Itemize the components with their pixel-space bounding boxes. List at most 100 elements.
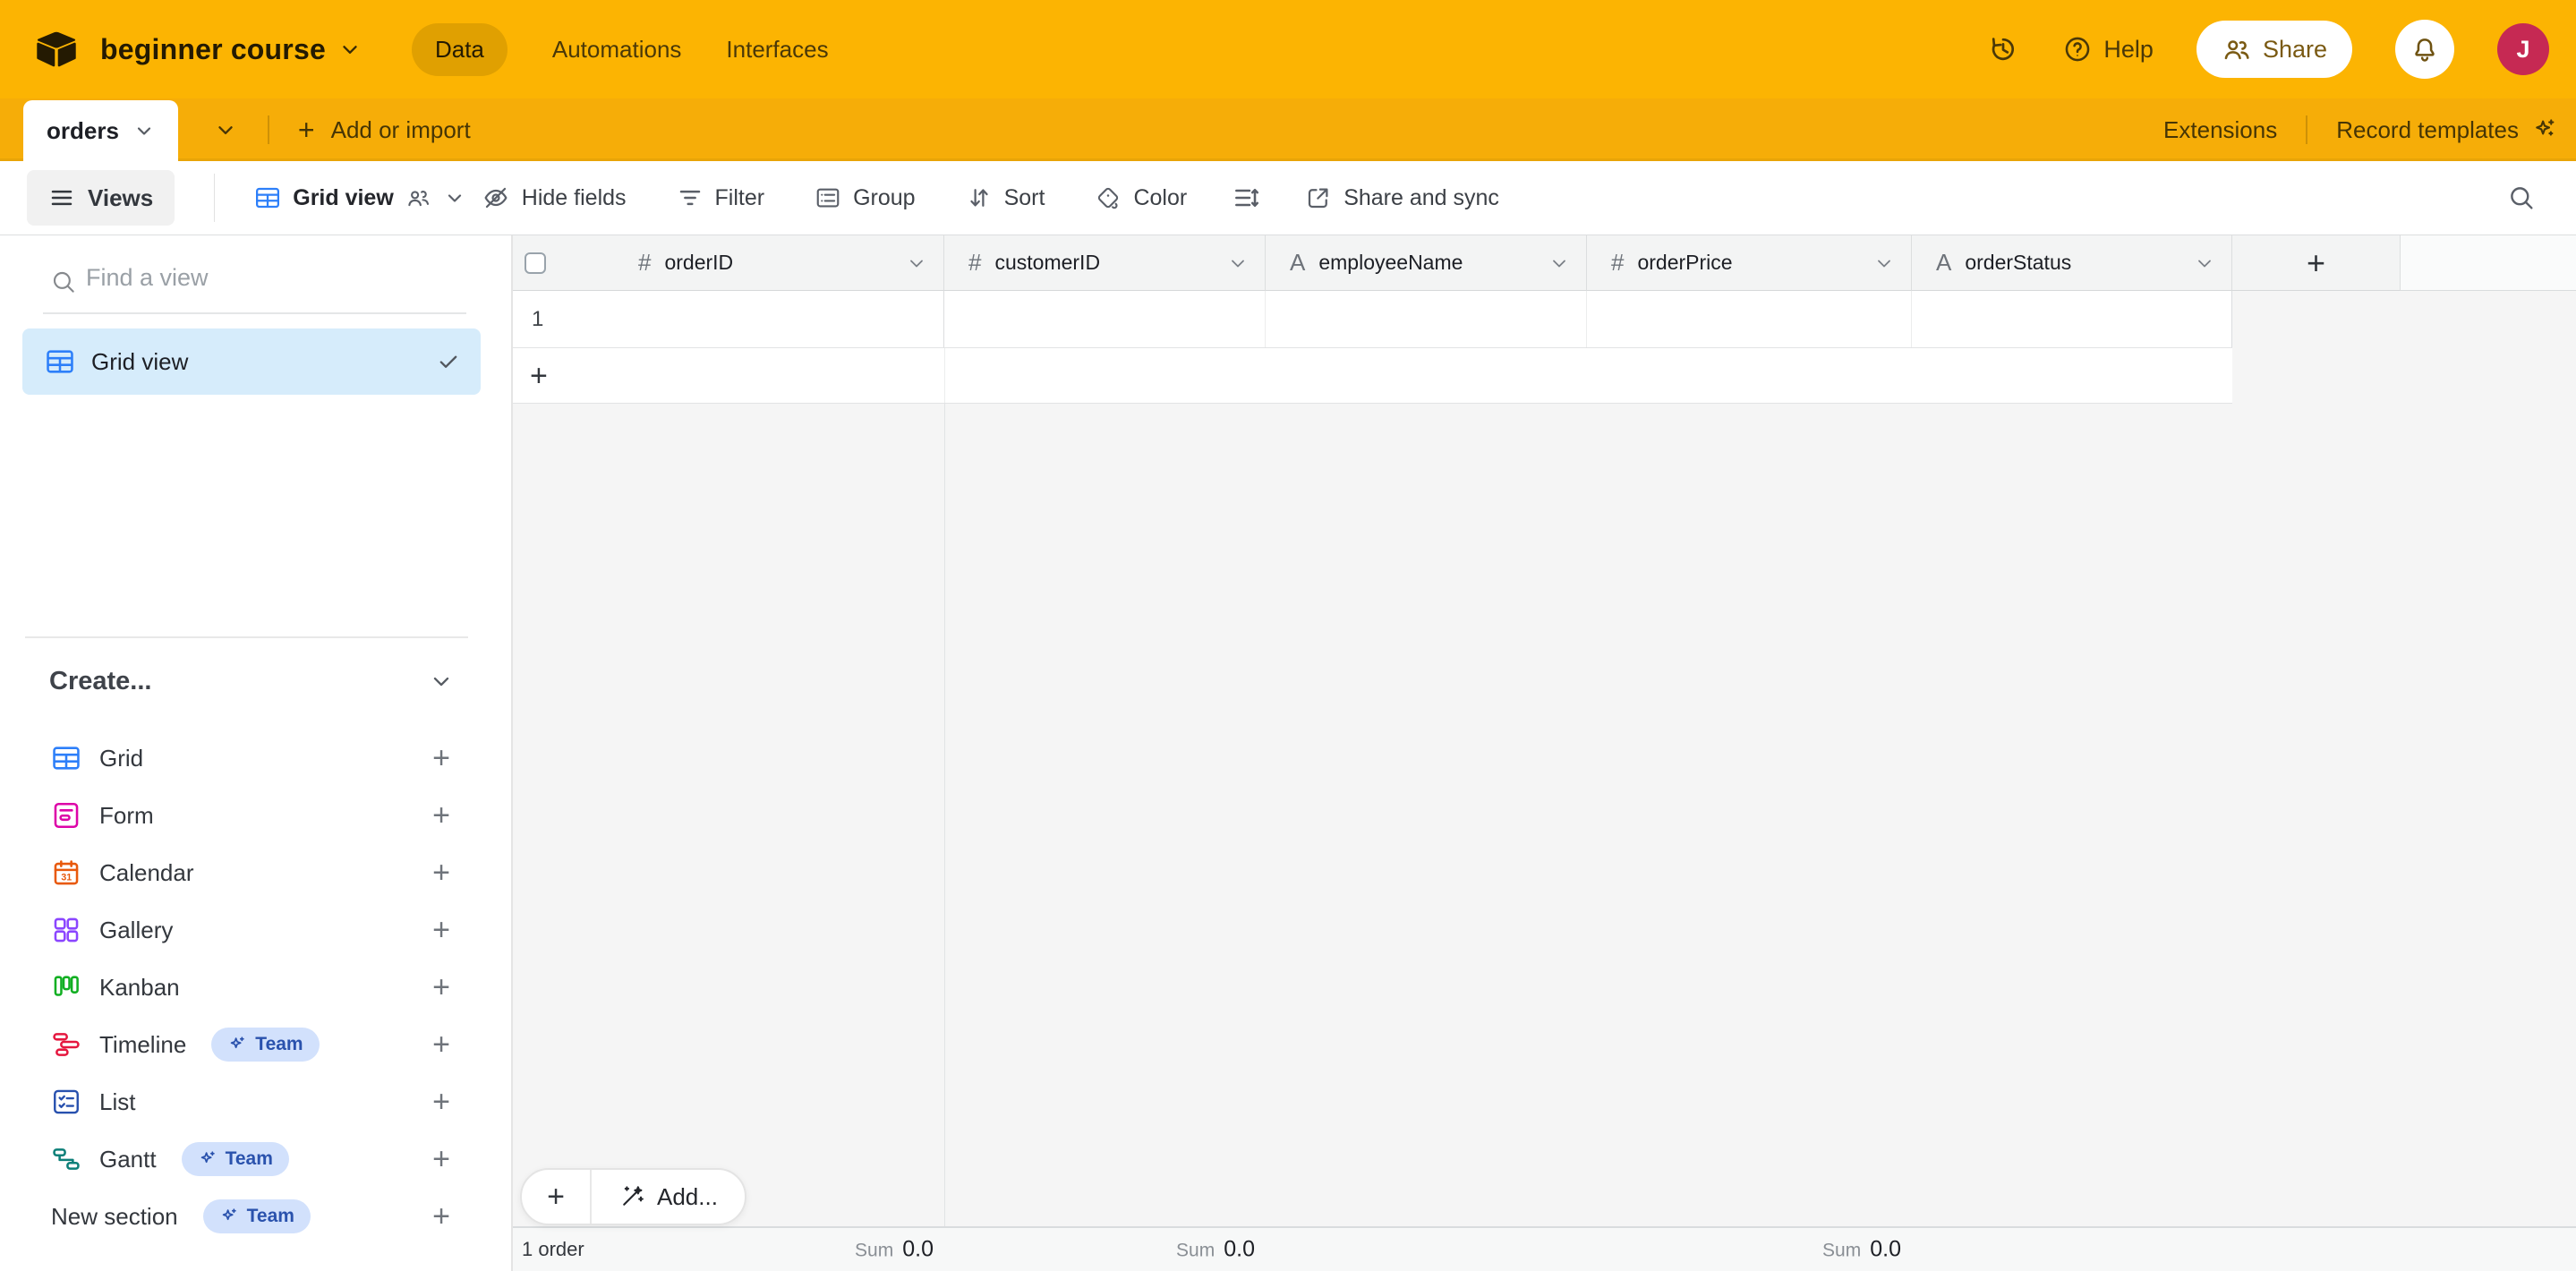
table-cell[interactable] <box>1266 291 1587 347</box>
column-header-employeename[interactable]: A employeeName <box>1266 235 1587 291</box>
sum-orderid[interactable]: Sum 0.0 <box>772 1237 934 1263</box>
table-cell[interactable] <box>1587 291 1912 347</box>
sidebar-item-gallery[interactable]: Gallery + <box>0 901 511 959</box>
table-tab-label: orders <box>47 117 119 145</box>
column-header-customerid[interactable]: # customerID <box>944 235 1266 291</box>
add-with-ai-button[interactable]: Add... <box>592 1183 745 1211</box>
sum-label: Sum <box>1822 1241 1861 1262</box>
find-view-input[interactable] <box>86 264 435 292</box>
primary-column-divider <box>944 404 945 1226</box>
item-label: Timeline <box>99 1031 186 1059</box>
filter-label: Filter <box>715 185 765 211</box>
table-cell[interactable]: 1 <box>513 291 944 347</box>
add-record-pill[interactable]: + Add... <box>520 1168 746 1225</box>
add-view-icon[interactable]: + <box>432 972 450 1002</box>
collaborators-icon <box>405 184 432 211</box>
form-icon <box>51 800 81 831</box>
tab-data[interactable]: Data <box>412 23 508 76</box>
add-view-icon[interactable]: + <box>432 743 450 773</box>
column-header-orderstatus[interactable]: A orderStatus <box>1912 235 2232 291</box>
chevron-down-icon[interactable] <box>133 120 155 141</box>
menu-icon <box>48 184 75 211</box>
sidebar-item-grid[interactable]: Grid + <box>0 729 511 787</box>
gallery-icon <box>51 915 81 945</box>
plus-icon: + <box>298 115 315 144</box>
item-label: Kanban <box>99 974 180 1002</box>
text-field-icon: A <box>1936 249 1951 277</box>
row-number[interactable]: 1 <box>532 307 543 332</box>
team-badge: Team <box>211 1028 319 1062</box>
share-and-sync-button[interactable]: Share and sync <box>1305 184 1499 211</box>
column-name: orderID <box>664 251 733 275</box>
table-tab-orders[interactable]: orders <box>23 100 178 161</box>
team-badge: Team <box>203 1199 311 1233</box>
sidebar-item-grid-view[interactable]: Grid view <box>22 328 481 395</box>
add-or-import-button[interactable]: + Add or import <box>298 115 471 144</box>
sum-orderprice[interactable]: Sum 0.0 <box>1740 1237 1901 1263</box>
select-all-checkbox[interactable] <box>525 252 546 274</box>
number-field-icon: # <box>638 249 651 277</box>
add-view-icon[interactable]: + <box>432 1087 450 1117</box>
sidebar-item-gantt[interactable]: Gantt Team + <box>0 1130 511 1188</box>
extensions-button[interactable]: Extensions <box>2163 116 2277 144</box>
sum-label: Sum <box>855 1241 893 1262</box>
table-list-chevron-icon[interactable] <box>214 118 237 141</box>
current-view-label: Grid view <box>293 185 394 211</box>
sidebar-item-new-section[interactable]: New section Team + <box>0 1188 511 1245</box>
add-view-icon[interactable]: + <box>432 915 450 945</box>
divider <box>944 348 945 403</box>
airtable-logo-icon[interactable] <box>36 31 77 67</box>
add-row-button[interactable]: + <box>513 348 2232 404</box>
chevron-down-icon <box>906 252 927 274</box>
group-button[interactable]: Group <box>815 184 915 211</box>
search-icon <box>2506 183 2537 213</box>
avatar[interactable]: J <box>2497 23 2549 75</box>
column-header-orderid[interactable]: # orderID <box>513 235 944 291</box>
filter-button[interactable]: Filter <box>677 184 765 211</box>
row-height-button[interactable] <box>1232 183 1260 212</box>
table-cell[interactable] <box>944 291 1266 347</box>
add-view-icon[interactable]: + <box>432 800 450 831</box>
add-view-icon[interactable]: + <box>432 857 450 888</box>
item-label: Form <box>99 802 154 830</box>
hide-fields-button[interactable]: Hide fields <box>482 183 627 212</box>
current-view-button[interactable]: Grid view <box>254 184 465 211</box>
add-view-icon[interactable]: + <box>432 1144 450 1174</box>
add-field-button[interactable]: + <box>2232 235 2401 291</box>
create-section-header[interactable]: Create... <box>0 658 511 704</box>
color-button[interactable]: Color <box>1095 184 1187 211</box>
record-templates-label: Record templates <box>2336 116 2519 144</box>
views-sidebar: Grid view Create... Grid + <box>0 235 513 1271</box>
grid-icon <box>51 743 81 773</box>
sidebar-item-kanban[interactable]: Kanban + <box>0 959 511 1016</box>
item-label: Grid <box>99 745 143 772</box>
people-icon <box>2222 34 2252 64</box>
column-header-orderprice[interactable]: # orderPrice <box>1587 235 1912 291</box>
table-cell[interactable] <box>1912 291 2232 347</box>
share-button[interactable]: Share <box>2196 21 2352 78</box>
record-templates-button[interactable]: Record templates <box>2336 116 2558 144</box>
history-icon[interactable] <box>1987 33 2019 65</box>
sidebar-item-list[interactable]: List + <box>0 1073 511 1130</box>
column-name: customerID <box>994 251 1100 275</box>
sidebar-item-form[interactable]: Form + <box>0 787 511 844</box>
notifications-button[interactable] <box>2395 20 2454 79</box>
grid-header-row: # orderID # customerID A employeeName <box>513 235 2401 291</box>
item-label: Gantt <box>99 1146 157 1173</box>
record-count: 1 order <box>522 1238 584 1261</box>
add-view-icon[interactable]: + <box>432 1029 450 1060</box>
sum-customerid[interactable]: Sum 0.0 <box>1094 1237 1255 1263</box>
views-button[interactable]: Views <box>27 170 175 226</box>
base-title[interactable]: beginner course <box>100 33 326 66</box>
views-label: Views <box>88 184 153 212</box>
chevron-down-icon[interactable] <box>338 38 362 61</box>
search-button[interactable] <box>2506 183 2537 213</box>
add-record-plus-button[interactable]: + <box>522 1180 590 1215</box>
tab-automations[interactable]: Automations <box>552 36 682 64</box>
sidebar-item-timeline[interactable]: Timeline Team + <box>0 1016 511 1073</box>
add-view-icon[interactable]: + <box>432 1201 450 1232</box>
sort-button[interactable]: Sort <box>966 184 1045 211</box>
help-button[interactable]: Help <box>2062 34 2154 64</box>
tab-interfaces[interactable]: Interfaces <box>726 36 828 64</box>
sidebar-item-calendar[interactable]: 31 Calendar + <box>0 844 511 901</box>
